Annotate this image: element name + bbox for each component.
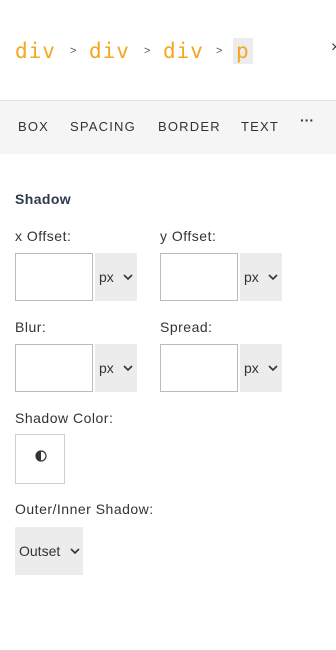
breadcrumb-separator: >	[70, 45, 77, 57]
spread-label: Spread:	[160, 319, 213, 335]
shadow-mode-select[interactable]: Outset	[15, 527, 83, 575]
y-offset-unit-select[interactable]: px	[240, 253, 282, 301]
tab-spacing[interactable]: SPACING	[70, 119, 136, 135]
x-offset-unit-value: px	[99, 269, 114, 285]
shadow-color-label: Shadow Color:	[15, 410, 114, 426]
more-tabs-icon[interactable]: ···	[300, 113, 314, 127]
breadcrumb-item-div-3[interactable]: div	[163, 38, 204, 64]
y-offset-unit-value: px	[244, 269, 259, 285]
shadow-mode-label: Outer/Inner Shadow:	[15, 501, 154, 517]
x-offset-unit-select[interactable]: px	[95, 253, 137, 301]
breadcrumb: div > div > div > p ×	[0, 0, 336, 100]
blur-input[interactable]	[15, 344, 93, 392]
tab-text[interactable]: TEXT	[241, 119, 279, 135]
shadow-mode-value: Outset	[19, 543, 61, 559]
tab-border[interactable]: BORDER	[158, 119, 221, 135]
spread-unit-select[interactable]: px	[240, 344, 282, 392]
tab-bar: BOX SPACING BORDER TEXT ···	[0, 100, 336, 154]
breadcrumb-item-div-1[interactable]: div	[15, 38, 56, 64]
y-offset-label: y Offset:	[160, 228, 217, 244]
blur-unit-select[interactable]: px	[95, 344, 137, 392]
section-title-shadow: Shadow	[15, 191, 72, 207]
spread-unit-value: px	[244, 360, 259, 376]
contrast-icon	[35, 450, 47, 462]
breadcrumb-item-p-current[interactable]: p	[233, 38, 253, 64]
chevron-down-icon	[268, 365, 278, 371]
chevron-down-icon	[268, 274, 278, 280]
x-offset-input[interactable]	[15, 253, 93, 301]
spread-input[interactable]	[160, 344, 238, 392]
close-icon[interactable]: ×	[331, 40, 336, 56]
tab-box[interactable]: BOX	[18, 119, 49, 135]
breadcrumb-separator: >	[144, 45, 151, 57]
blur-unit-value: px	[99, 360, 114, 376]
chevron-down-icon	[123, 274, 133, 280]
y-offset-input[interactable]	[160, 253, 238, 301]
shadow-color-picker[interactable]	[15, 434, 65, 484]
chevron-down-icon	[70, 548, 80, 554]
blur-label: Blur:	[15, 319, 47, 335]
chevron-down-icon	[123, 365, 133, 371]
breadcrumb-separator: >	[216, 45, 223, 57]
x-offset-label: x Offset:	[15, 228, 72, 244]
breadcrumb-item-div-2[interactable]: div	[89, 38, 130, 64]
